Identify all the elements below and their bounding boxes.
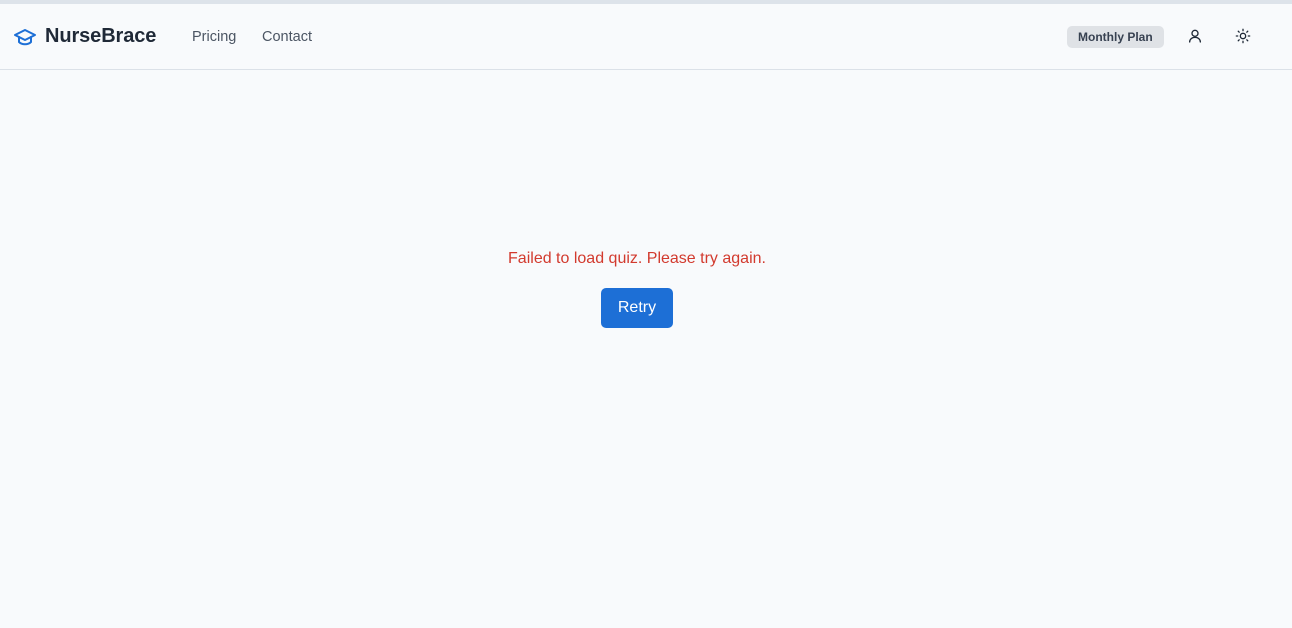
- brand-logo-link[interactable]: NurseBrace: [13, 4, 156, 69]
- user-account-button[interactable]: [1183, 25, 1207, 49]
- theme-toggle-button[interactable]: [1231, 25, 1255, 49]
- top-navbar: NurseBrace Pricing Contact Monthly Plan: [0, 4, 1292, 70]
- nav-link-contact[interactable]: Contact: [262, 4, 312, 69]
- error-message: Failed to load quiz. Please try again.: [508, 250, 766, 267]
- retry-button[interactable]: Retry: [601, 288, 673, 328]
- graduation-cap-icon: [13, 25, 37, 49]
- nav-link-pricing[interactable]: Pricing: [192, 4, 236, 69]
- user-icon: [1187, 28, 1203, 47]
- sun-icon: [1235, 28, 1251, 47]
- plan-badge: Monthly Plan: [1067, 26, 1164, 48]
- brand-name: NurseBrace: [45, 25, 157, 47]
